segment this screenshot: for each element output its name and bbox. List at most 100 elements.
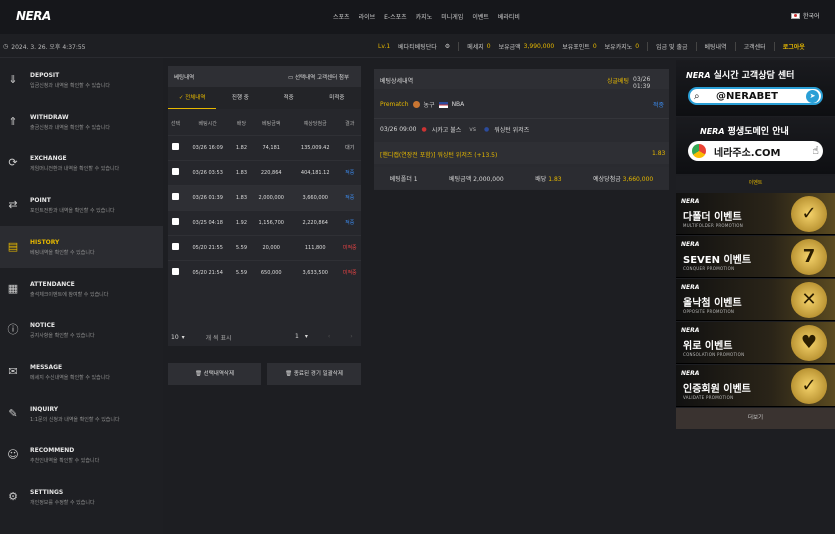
summary-odds-label: 배당 xyxy=(535,175,547,183)
cell-result: 미적중 xyxy=(338,259,361,285)
row-checkbox[interactable] xyxy=(171,268,179,276)
promo-banner[interactable]: NERA 위로 이벤트 CONSOLATION PROMOTION ♥ xyxy=(676,322,835,364)
summary-count-label: 베팅폴더 xyxy=(389,175,412,183)
deposit-withdraw-link[interactable]: 입금 및 출금 xyxy=(656,42,687,51)
chevron-down-icon[interactable]: ▾ xyxy=(305,333,308,340)
sidebar-item-exchange[interactable]: ⟳ EXCHANGE 게임머니전환과 내역을 확인할 수 있습니다 xyxy=(0,142,163,184)
row-checkbox[interactable] xyxy=(171,243,179,250)
info-bar: ◷ 2024. 3. 26. 오후 4:37:55 Lv.1 베다티베팅단다 ⚙… xyxy=(0,34,835,58)
row-checkbox[interactable] xyxy=(171,193,179,200)
cell-result: 대기 xyxy=(338,134,361,160)
points-label: 보유포인트 xyxy=(562,44,590,51)
bet-status: 적중 xyxy=(653,102,665,109)
language-selector[interactable]: 한국어 xyxy=(791,11,820,20)
more-events-button[interactable]: 더보기 xyxy=(676,408,835,429)
logout-button[interactable]: 로그아웃 xyxy=(783,42,805,51)
nav-item[interactable]: 미니게임 xyxy=(441,12,463,21)
delete-selected-button[interactable]: 🗑 선택내역삭제 xyxy=(168,363,261,385)
sidebar-item-message[interactable]: ✉ MESSAGE 메세지 수신내역을 확인할 수 있습니다 xyxy=(0,351,163,393)
bet-list-title: 베팅내역 xyxy=(174,75,195,81)
team-logo-icon: ● xyxy=(421,126,427,133)
table-row[interactable]: 05/20 21:54 5.59 650,000 3,633,500 미적중 xyxy=(168,259,361,285)
sidebar-item-withdraw[interactable]: ⇑ WITHDRAW 출금신청과 내역을 확인할 수 있습니다 xyxy=(0,101,163,143)
message-link[interactable]: 메세지 0 xyxy=(467,42,490,51)
tab-filter-3[interactable]: 미적중 xyxy=(313,87,361,109)
nav-item[interactable]: 라이브 xyxy=(359,12,376,21)
select-cell xyxy=(168,209,183,235)
bet-list-panel: 베팅내역 ▭ 선택내역 고객센터 첨부 ✓ 전체내역 진행 중 적중 미적중 선택 베팅… xyxy=(168,66,361,385)
domain-banner[interactable]: NERA 평생도메인 안내 네라주소.COM ☝ xyxy=(676,117,835,174)
table-row[interactable]: 03/26 03:53 1.83 220,864 404,181.12 적중 xyxy=(168,159,361,185)
bet-filter-tabs: ✓ 전체내역 진행 중 적중 미적중 xyxy=(168,87,361,109)
per-page-select[interactable]: 10 ▾ 개 씩 표시 xyxy=(171,333,232,342)
column-header: 결과 xyxy=(345,121,355,128)
row-checkbox[interactable] xyxy=(171,168,179,175)
sidebar-item-desc: 포인트전환과 내역을 확인할 수 있습니다 xyxy=(30,208,115,215)
username[interactable]: 베다티베팅단다 xyxy=(398,42,437,51)
tab-filter-2[interactable]: 적중 xyxy=(265,87,313,109)
chevron-down-icon: ▾ xyxy=(181,334,185,341)
cursor-click-icon: ☝ xyxy=(812,144,819,157)
bet-category: Prematch xyxy=(380,101,409,108)
casino-value: 0 xyxy=(635,43,640,50)
cs-banner[interactable]: NERA 실시간 고객상담 센터 ⌕ @NERABET ➤ xyxy=(676,60,835,116)
summary-win: 예상당첨금 3,660,000 xyxy=(593,174,653,183)
bet-type: 싱글베팅 xyxy=(607,78,630,85)
promo-banner[interactable]: NERA SEVEN 이벤트 CONQUER PROMOTION 7 xyxy=(676,236,835,278)
table-row[interactable]: 03/25 04:18 1.92 1,156,700 2,220,864 적중 xyxy=(168,209,361,235)
table-row[interactable]: 03/26 16:09 1.82 74,181 135,009.42 대기 xyxy=(168,134,361,160)
table-row[interactable]: 03/26 01:39 1.83 2,000,000 3,660,000 적중 xyxy=(168,184,361,210)
gear-icon[interactable]: ⚙ xyxy=(445,43,450,50)
korea-flag-icon xyxy=(791,12,800,19)
attach-to-cs-button[interactable]: ▭ 선택내역 고객센터 첨부 xyxy=(288,73,349,81)
column-header: 베팅금액 xyxy=(262,121,281,128)
customer-center-link[interactable]: 고객센터 xyxy=(744,42,766,51)
sidebar-item-attendance[interactable]: ▦ ATTENDANCE 출석체크이벤트에 참여할 수 있습니다 xyxy=(0,268,163,310)
sidebar-item-title: MESSAGE xyxy=(30,363,63,371)
prev-page-icon[interactable]: ‹ xyxy=(328,333,330,340)
promo-title: SEVEN 이벤트 xyxy=(683,255,752,266)
banner-logo: NERA xyxy=(681,327,700,334)
promo-badge-icon: 7 xyxy=(791,239,827,275)
cell-result: 적중 xyxy=(338,159,361,185)
promo-banner[interactable]: NERA 올낙첨 이벤트 OPPOSITE PROMOTION ✕ xyxy=(676,279,835,321)
domain-banner-title: NERA 평생도메인 안내 xyxy=(700,124,789,137)
tab-filter-1[interactable]: 진행 중 xyxy=(216,87,264,109)
sidebar-item-settings[interactable]: ⚙ SETTINGS 개인정보를 수정할 수 있습니다 xyxy=(0,476,163,518)
sidebar-item-point[interactable]: ⇄ POINT 포인트전환과 내역을 확인할 수 있습니다 xyxy=(0,184,163,226)
user-level: Lv.1 xyxy=(378,43,391,50)
sidebar-item-inquiry[interactable]: ✎ INQUIRY 1:1문의 신청과 내역을 확인할 수 있습니다 xyxy=(0,393,163,435)
bet-history-link[interactable]: 베팅내역 xyxy=(705,42,727,51)
nav-item[interactable]: 베라티비 xyxy=(498,12,520,21)
basketball-icon xyxy=(412,101,420,108)
cell-win: 111,800 xyxy=(291,234,339,260)
divider xyxy=(374,118,669,119)
nav-item[interactable]: E-스포츠 xyxy=(384,12,407,21)
cell-result: 미적중 xyxy=(338,234,361,260)
delete-finished-button[interactable]: 🗑 종료된 경기 일괄삭제 xyxy=(267,363,361,385)
sidebar-item-desc: 베팅내역을 확인할 수 있습니다 xyxy=(30,249,95,256)
page-number[interactable]: 1 xyxy=(295,333,299,340)
tab-filter-0[interactable]: ✓ 전체내역 xyxy=(168,87,217,109)
promo-banner[interactable]: NERA 인증회원 이벤트 VALIDATE PROMOTION ✓ xyxy=(676,365,835,407)
summary-win-label: 예상당첨금 xyxy=(593,175,621,183)
match-league-row: Prematch 농구 NBA xyxy=(380,100,464,109)
nav-item[interactable]: 이벤트 xyxy=(472,12,489,21)
site-logo[interactable]: NERA xyxy=(16,9,51,23)
row-checkbox[interactable] xyxy=(171,218,179,225)
nav-item[interactable]: 카지노 xyxy=(416,12,433,21)
tab-label: 적중 xyxy=(283,95,294,101)
table-row[interactable]: 05/20 21:55 5.59 20,000 111,800 미적중 xyxy=(168,234,361,260)
sidebar-item-recommend[interactable]: ☺ RECOMMEND 추천인내역을 확인할 수 있습니다 xyxy=(0,434,163,476)
tab-label: 미적중 xyxy=(329,95,345,101)
sidebar-item-history[interactable]: ▤ HISTORY 베팅내역을 확인할 수 있습니다 xyxy=(0,225,163,268)
nav-item[interactable]: 스포츠 xyxy=(333,12,350,21)
sidebar-item-title: ATTENDANCE xyxy=(30,280,75,288)
cell-odds: 1.83 xyxy=(232,159,251,185)
select-cell xyxy=(168,234,183,260)
row-checkbox[interactable] xyxy=(171,143,179,150)
promo-banner[interactable]: NERA 다폴더 이벤트 MULTIFOLDER PROMOTION ✓ xyxy=(676,193,835,235)
sidebar-item-notice[interactable]: ⓘ NOTICE 공지사항을 확인할 수 있습니다 xyxy=(0,309,163,351)
sidebar-item-deposit[interactable]: ⇓ DEPOSIT 입금신청과 내역을 확인할 수 있습니다 xyxy=(0,59,163,101)
next-page-icon[interactable]: › xyxy=(350,333,352,340)
